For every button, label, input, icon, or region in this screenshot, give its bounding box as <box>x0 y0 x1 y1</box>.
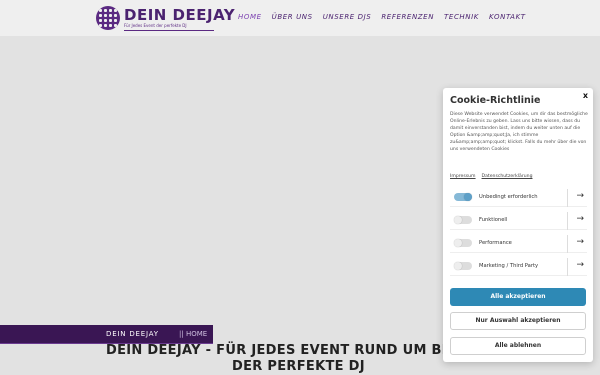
main-nav: HOME ÜBER UNS UNSERE DJS REFERENZEN TECH… <box>238 13 526 21</box>
cookie-title: Cookie-Richtlinie <box>450 95 541 106</box>
performance-toggle[interactable] <box>454 239 472 247</box>
nav-kontakt[interactable]: KONTAKT <box>489 13 526 21</box>
necessary-toggle[interactable] <box>454 193 472 201</box>
impressum-link[interactable]: Impressum <box>450 174 476 179</box>
logo-grid-icon <box>96 6 120 30</box>
functional-toggle[interactable] <box>454 216 472 224</box>
category-row-functional: Funktionell → <box>450 212 587 230</box>
nav-ueber-uns[interactable]: ÜBER UNS <box>272 13 313 21</box>
cookie-dialog: x Cookie-Richtlinie Diese Website verwen… <box>443 88 593 362</box>
arrow-right-icon[interactable]: → <box>576 237 584 247</box>
marketing-toggle[interactable] <box>454 262 472 270</box>
logo-underline <box>124 30 214 31</box>
site-header: DEIN DEEJAY Für Jedes Event der perfekte… <box>0 0 600 36</box>
category-row-performance: Performance → <box>450 235 587 253</box>
category-label: Unbedingt erforderlich <box>479 194 538 200</box>
category-label: Funktionell <box>479 217 508 223</box>
logo-tagline: Für Jedes Event der perfekte DJ <box>124 23 187 28</box>
accept-selection-button[interactable]: Nur Auswahl akzeptieren <box>450 312 586 330</box>
page-title-bar: DEIN DEEJAY || HOME <box>0 325 213 344</box>
category-row-marketing: Marketing / Third Party → <box>450 258 587 276</box>
cookie-description: Diese Website verwendet Cookies, um dir … <box>450 112 588 152</box>
nav-technik[interactable]: TECHNIK <box>444 13 479 21</box>
reject-all-button[interactable]: Alle ablehnen <box>450 337 586 355</box>
category-label: Marketing / Third Party <box>479 263 539 269</box>
category-row-necessary: Unbedingt erforderlich → <box>450 189 587 207</box>
nav-home[interactable]: HOME <box>238 13 262 21</box>
nav-unsere-djs[interactable]: UNSERE DJS <box>323 13 372 21</box>
category-label: Performance <box>479 240 512 246</box>
logo-brand-name: DEIN DEEJAY <box>124 6 236 24</box>
breadcrumb-home[interactable]: || HOME <box>179 330 207 338</box>
arrow-right-icon[interactable]: → <box>576 260 584 270</box>
accept-all-button[interactable]: Alle akzeptieren <box>450 288 586 306</box>
nav-referenzen[interactable]: REFERENZEN <box>381 13 434 21</box>
arrow-right-icon[interactable]: → <box>576 191 584 201</box>
page-title: DEIN DEEJAY <box>106 330 159 338</box>
close-icon[interactable]: x <box>583 91 588 100</box>
arrow-right-icon[interactable]: → <box>576 214 584 224</box>
site-logo[interactable]: DEIN DEEJAY Für Jedes Event der perfekte… <box>96 6 235 32</box>
cookie-links: Impressum Datenschutzerklärung <box>450 174 533 179</box>
privacy-policy-link[interactable]: Datenschutzerklärung <box>482 174 533 179</box>
